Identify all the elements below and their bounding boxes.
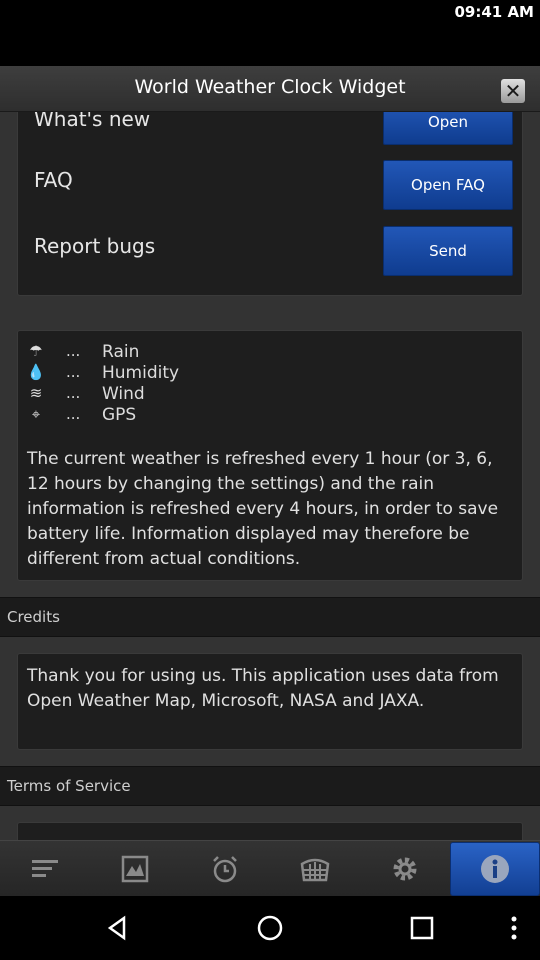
whats-new-label: What's new (34, 112, 151, 131)
legend-dots: ... (66, 405, 81, 423)
recents-button[interactable] (406, 912, 438, 944)
tab-menu[interactable] (0, 841, 90, 897)
menu-icon (32, 860, 58, 877)
umbrella-icon: ☂ (29, 342, 43, 360)
satellite-icon: ⌖ (31, 405, 41, 423)
refresh-description: The current weather is refreshed every 1… (27, 449, 499, 569)
system-nav-bar (0, 896, 540, 960)
terms-card (17, 822, 523, 840)
tab-grid[interactable] (270, 841, 360, 897)
legend-dots: ... (66, 363, 81, 381)
legend-label-wind: Wind (102, 384, 145, 404)
recents-icon (410, 916, 434, 940)
faq-label: FAQ (34, 168, 73, 192)
status-bar: 09:41 AM (0, 0, 540, 66)
terms-header-label: Terms of Service (7, 777, 131, 795)
back-button[interactable] (102, 912, 134, 944)
tab-settings[interactable] (360, 841, 450, 897)
grid-icon (300, 858, 330, 882)
info-icon (481, 855, 509, 883)
whats-new-row: What's new Open (18, 112, 522, 153)
report-bugs-label: Report bugs (34, 234, 156, 258)
drop-icon: 💧 (26, 363, 46, 381)
bottom-tab-bar (0, 840, 540, 896)
settings-icon (393, 857, 417, 881)
more-vert-icon (511, 916, 517, 940)
send-bug-report-button[interactable]: Send (383, 226, 513, 276)
credits-header: Credits (0, 597, 540, 637)
report-bugs-row: Report bugs Send (18, 226, 522, 276)
overflow-menu-button[interactable] (498, 912, 530, 944)
home-button[interactable] (254, 912, 286, 944)
legend-label-rain: Rain (102, 342, 140, 362)
wind-icon: ≋ (29, 384, 43, 402)
faq-row: FAQ Open FAQ (18, 160, 522, 210)
legend-label-humidity: Humidity (102, 363, 180, 383)
title-bar: World Weather Clock Widget ✕ (0, 66, 540, 112)
tab-info[interactable] (450, 842, 540, 896)
legend-dots: ... (66, 342, 81, 360)
credits-text: Thank you for using us. This application… (27, 666, 499, 711)
credits-card: Thank you for using us. This application… (17, 653, 523, 750)
close-icon: ✕ (504, 79, 522, 103)
alarm-clock-icon (213, 856, 237, 883)
help-content[interactable]: What's new Open FAQ Open FAQ Report bugs… (0, 112, 540, 840)
open-faq-button[interactable]: Open FAQ (383, 160, 513, 210)
status-time: 09:41 AM (454, 3, 534, 21)
page-title: World Weather Clock Widget (134, 76, 406, 98)
legend-label-gps: GPS (102, 405, 137, 425)
terms-header: Terms of Service (0, 766, 540, 806)
open-whats-new-button[interactable]: Open (383, 112, 513, 145)
weather-legend-card: ☂ ... Rain 💧 ... Humidity ≋ ... Wind ⌖ .… (17, 330, 523, 581)
legend-dots: ... (66, 384, 81, 402)
back-icon (107, 915, 126, 941)
tab-map[interactable] (90, 841, 180, 897)
help-card: What's new Open FAQ Open FAQ Report bugs… (17, 112, 523, 296)
home-icon (257, 915, 283, 941)
close-button[interactable]: ✕ (501, 79, 525, 103)
credits-header-label: Credits (7, 608, 60, 626)
tab-alarm[interactable] (180, 841, 270, 897)
map-icon (121, 855, 149, 883)
